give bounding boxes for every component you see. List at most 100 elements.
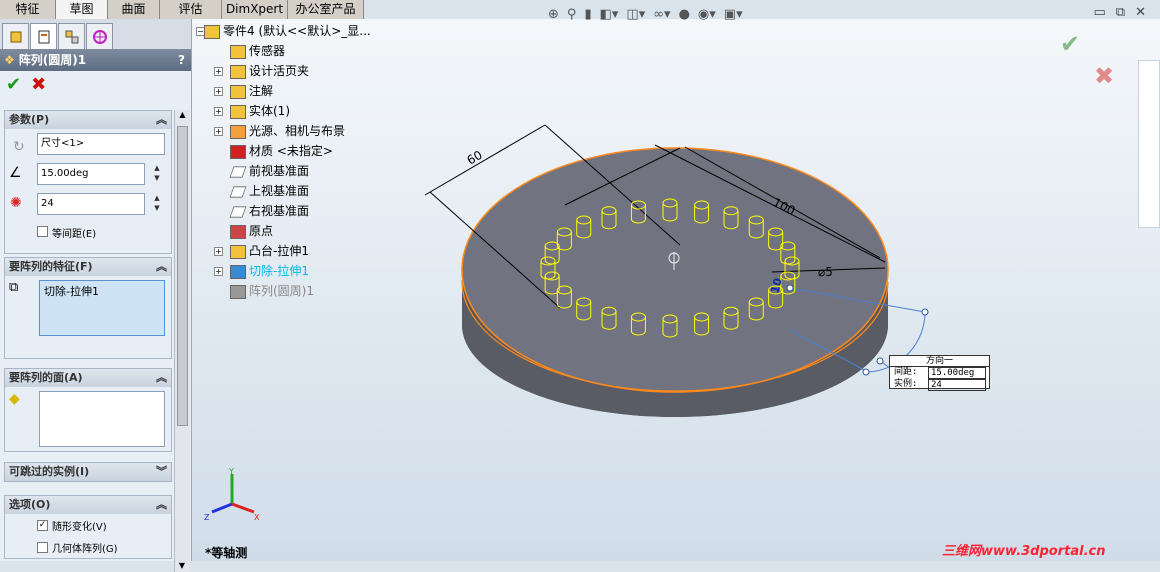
tree-expand-icon[interactable]: + <box>214 127 223 136</box>
tree-item[interactable]: 上视基准面 <box>229 182 309 200</box>
tree-item[interactable]: 原点 <box>230 222 273 240</box>
tree-expand-icon[interactable]: + <box>214 247 223 256</box>
zoom-to-fit-icon[interactable]: ⊕ <box>548 7 559 22</box>
confirm-cancel-icon[interactable]: ✖ <box>1094 62 1114 90</box>
options-header[interactable]: 选项(O) ︽ <box>5 496 171 514</box>
angle-field[interactable]: 15.00deg <box>37 163 145 185</box>
tree-item[interactable]: 传感器 <box>230 42 285 60</box>
panel-title: 阵列(圆周)1 <box>18 53 87 67</box>
tree-item[interactable]: 切除-拉伸1 <box>230 262 309 280</box>
tree-item-label: 凸台-拉伸1 <box>249 244 309 258</box>
window-controls: ▭ ⧉ ✕ <box>1094 5 1147 20</box>
tree-item[interactable]: 实体(1) <box>230 102 290 120</box>
tree-item[interactable]: 注解 <box>230 82 273 100</box>
callout-count-label: 实例: <box>894 379 918 389</box>
geometry-pattern-label: 几何体阵列(G) <box>52 544 118 555</box>
handle[interactable] <box>876 357 884 365</box>
tree-item[interactable]: 凸台-拉伸1 <box>230 242 309 260</box>
edit-appearance-icon[interactable]: ● <box>679 7 690 22</box>
tree-item[interactable]: 材质 <未指定> <box>230 142 333 160</box>
tree-item[interactable]: 零件4 (默认<<默认>_显... <box>204 22 371 40</box>
feature-manager-tab-icon[interactable] <box>2 23 29 49</box>
restore-icon[interactable]: ⧉ <box>1116 5 1125 20</box>
axis-rotate-icon: ↻ <box>13 139 25 155</box>
collapse-icon[interactable]: ︽ <box>156 369 167 387</box>
ok-button[interactable]: ✔ <box>6 74 21 95</box>
faces-header[interactable]: 要阵列的面(A) ︽ <box>5 369 171 387</box>
tree-item-label: 前视基准面 <box>249 164 310 178</box>
count-field[interactable]: 24 <box>37 193 145 215</box>
params-header[interactable]: 参数(P) ︽ <box>5 111 171 129</box>
tab-features[interactable]: 特征 <box>0 0 56 19</box>
display-style-icon[interactable]: ◫▾ <box>626 7 645 22</box>
section-view-icon[interactable]: ▮ <box>584 7 591 22</box>
scene-icon[interactable]: ◉▾ <box>698 7 716 22</box>
svg-text:Y: Y <box>228 467 234 476</box>
view-settings-icon[interactable]: ▣▾ <box>724 7 743 22</box>
collapse-icon[interactable]: ︽ <box>156 258 167 276</box>
geometry-pattern-checkbox[interactable] <box>37 542 48 553</box>
tree-item[interactable]: 右视基准面 <box>229 202 309 220</box>
skip-instances-header[interactable]: 可跳过的实例(I) ︾ <box>5 463 171 481</box>
angle-stepper[interactable]: ▲ ▼ <box>151 163 163 185</box>
tree-item[interactable]: 阵列(圆周)1 <box>230 282 314 300</box>
tree-expand-icon[interactable]: + <box>214 87 223 96</box>
handle[interactable] <box>786 284 794 292</box>
circular-pattern-icon <box>230 284 246 299</box>
configuration-manager-tab-icon[interactable] <box>58 23 85 49</box>
callout-count-value[interactable]: 24 <box>928 379 986 391</box>
origin-icon <box>230 224 246 239</box>
cancel-button[interactable]: ✖ <box>31 74 46 95</box>
task-pane-tabs[interactable] <box>1138 60 1160 228</box>
scroll-down-icon[interactable]: ▼ <box>175 561 189 570</box>
hide-show-icon[interactable]: ∞▾ <box>653 7 670 22</box>
collapse-icon[interactable]: ︽ <box>156 496 167 514</box>
minimize-icon[interactable]: ▭ <box>1094 5 1106 20</box>
pattern-callout[interactable]: 方向一 间距: 15.00deg 实例: 24 <box>889 355 990 391</box>
dimxpert-manager-tab-icon[interactable] <box>86 23 113 49</box>
tab-surfaces[interactable]: 曲面 <box>108 0 160 19</box>
axis-field[interactable]: 尺寸<1> <box>37 133 165 155</box>
tree-expand-icon[interactable]: + <box>214 107 223 116</box>
tree-item[interactable]: 前视基准面 <box>229 162 310 180</box>
collapse-icon[interactable]: ︽ <box>156 111 167 129</box>
tree-expand-icon[interactable]: + <box>214 67 223 76</box>
tab-sketch[interactable]: 草图 <box>56 0 108 19</box>
handle[interactable] <box>921 308 929 316</box>
plane-icon <box>229 165 247 178</box>
view-orientation-icon[interactable]: ◧▾ <box>600 7 619 22</box>
features-header[interactable]: 要阵列的特征(F) ︽ <box>5 258 171 276</box>
faces-list[interactable] <box>39 391 165 447</box>
dimension-5-label[interactable]: ⌀5 <box>818 265 833 279</box>
panel-scrollbar[interactable]: ▲ ▼ <box>174 110 190 572</box>
tab-office-products[interactable]: 办公室产品 <box>288 0 364 19</box>
callout-spacing-value[interactable]: 15.00deg <box>928 367 986 379</box>
features-group: 要阵列的特征(F) ︽ ⧉ 切除-拉伸1 <box>4 257 172 359</box>
tree-item[interactable]: 光源、相机与布景 <box>230 122 345 140</box>
count-stepper[interactable]: ▲ ▼ <box>151 193 163 215</box>
features-list[interactable]: 切除-拉伸1 <box>39 280 165 336</box>
dimension-60-label[interactable]: 60 <box>465 148 485 168</box>
svg-text:X: X <box>254 513 260 522</box>
property-manager-tab-icon[interactable] <box>30 23 57 49</box>
lights-icon <box>230 124 246 139</box>
confirm-ok-icon[interactable]: ✔ <box>1060 30 1080 58</box>
tab-evaluate[interactable]: 评估 <box>160 0 222 19</box>
cut-extrude-icon <box>230 264 246 279</box>
close-icon[interactable]: ✕ <box>1135 5 1146 20</box>
features-list-item[interactable]: 切除-拉伸1 <box>40 281 164 301</box>
help-icon[interactable]: ? <box>178 49 185 71</box>
tree-item-label: 原点 <box>249 224 274 238</box>
callout-spacing-label: 间距: <box>894 367 918 377</box>
tree-expand-icon[interactable]: + <box>214 267 223 276</box>
scroll-thumb[interactable] <box>177 126 188 426</box>
zoom-area-icon[interactable]: ⚲ <box>567 7 577 22</box>
tree-item[interactable]: 设计活页夹 <box>230 62 309 80</box>
axis-triad: Y X Z <box>202 466 262 527</box>
geometry-vary-checkbox[interactable]: ✓ <box>37 520 48 531</box>
scroll-up-icon[interactable]: ▲ <box>175 110 190 124</box>
tab-dimxpert[interactable]: DimXpert <box>222 0 288 19</box>
expand-icon[interactable]: ︾ <box>156 463 167 481</box>
equal-spacing-checkbox[interactable] <box>37 226 48 237</box>
handle[interactable] <box>862 368 870 376</box>
